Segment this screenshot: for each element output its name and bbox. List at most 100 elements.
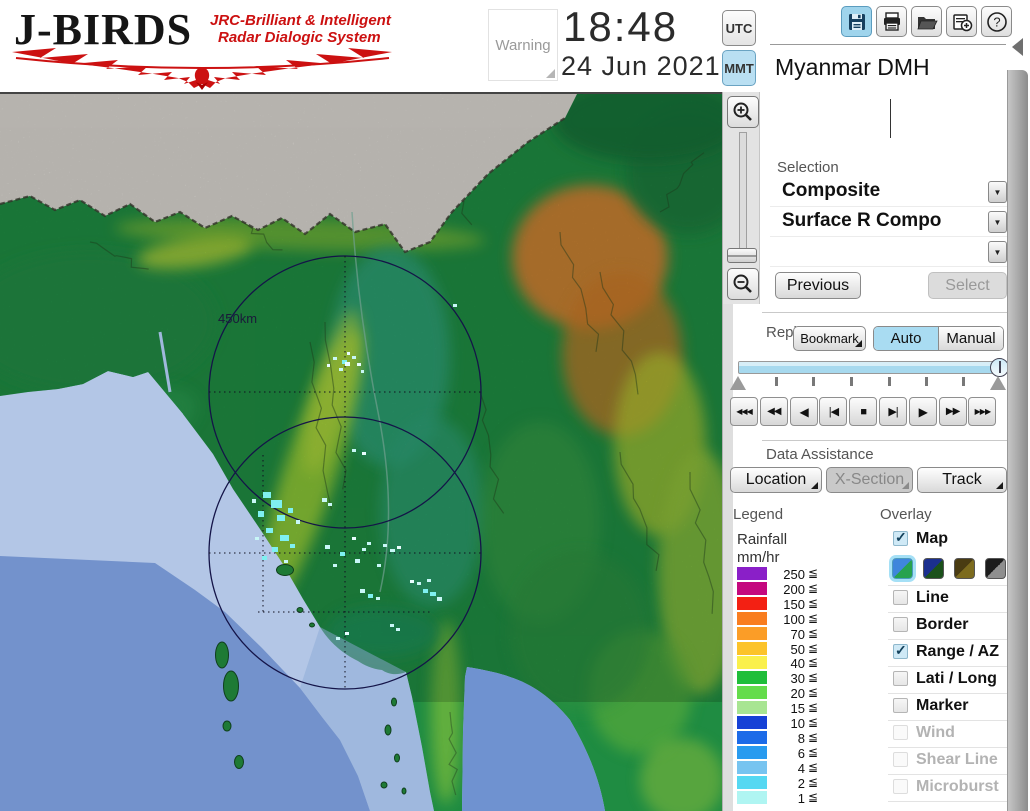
overlay-row-separator <box>888 747 1007 748</box>
j-birds-app: J-BIRDS JRC-Brilliant & Intelligent Rada… <box>0 0 1030 811</box>
rain-echo <box>266 528 273 533</box>
overlay-item-lati-long[interactable]: Lati / Long <box>888 669 1007 691</box>
checkbox-range-az[interactable]: ✓ <box>893 642 908 659</box>
legend-swatch <box>737 567 767 580</box>
stop-button[interactable]: ■ <box>849 397 878 426</box>
rewind-button[interactable]: ◀◀ <box>759 397 788 426</box>
location-button[interactable]: Location <box>730 467 822 493</box>
save-button[interactable] <box>841 6 872 37</box>
panel-collapse-strip[interactable] <box>1007 70 1028 811</box>
print-icon <box>883 11 900 31</box>
previous-button-label: Previous <box>786 276 850 294</box>
timezone-button-mmt[interactable]: MMT <box>722 50 756 86</box>
rain-echo <box>355 559 360 563</box>
auto-mode-button[interactable]: Auto <box>874 327 939 350</box>
x-section-button[interactable]: X-Section <box>826 467 913 493</box>
legend-row-50: 50 ≦ <box>737 641 832 657</box>
overlay-item-line[interactable]: Line <box>888 588 1007 610</box>
bookmark-button-label: Bookmark <box>800 331 859 346</box>
rain-echo <box>333 357 337 360</box>
legend-value: 15 <box>790 701 805 717</box>
rain-echo <box>367 542 371 545</box>
checkbox-wind <box>893 725 908 740</box>
step-back-button[interactable]: |◀ <box>819 397 848 426</box>
rain-echo <box>377 564 381 567</box>
bookmark-button[interactable]: Bookmark <box>793 326 866 351</box>
legend-row-6: 6 ≦ <box>737 745 832 761</box>
legend-swatch <box>737 701 767 715</box>
rain-echo <box>347 352 350 355</box>
open-folder-button[interactable] <box>911 6 942 37</box>
checkbox-microburst <box>893 779 908 794</box>
checkbox-border[interactable] <box>893 617 908 632</box>
map-style-swatch-3[interactable] <box>985 558 1006 579</box>
zoom-out-button[interactable] <box>727 268 759 300</box>
radar-map[interactable]: 450km <box>0 92 722 811</box>
dropdown-arrow-button-0[interactable]: ▼ <box>988 181 1007 203</box>
legend-row-20: 20 ≦ <box>737 685 832 701</box>
product-field[interactable] <box>770 95 1006 143</box>
overlay-item-map[interactable]: ✓ Map <box>888 529 1007 551</box>
slider-start-marker[interactable] <box>730 376 746 390</box>
map-style-swatch-0[interactable] <box>892 558 913 579</box>
overlay-item-microburst[interactable]: Microburst <box>888 777 1007 799</box>
overlay-item-shear-line[interactable]: Shear Line <box>888 750 1007 772</box>
track-button[interactable]: Track <box>917 467 1007 493</box>
legend-row-40: 40 ≦ <box>737 655 832 671</box>
selection-field-2: ▼ <box>770 238 1007 267</box>
previous-button[interactable]: Previous <box>775 272 861 299</box>
dropdown-arrow-button-2[interactable]: ▼ <box>988 241 1007 263</box>
slider-end-marker[interactable] <box>990 376 1006 390</box>
warning-button[interactable]: Warning <box>488 9 558 81</box>
help-button[interactable]: ? <box>981 6 1012 37</box>
map-style-swatch-1[interactable] <box>923 558 944 579</box>
legend-lte-symbol: ≦ <box>808 655 819 670</box>
overlay-item-range-az[interactable]: ✓ Range / AZ <box>888 642 1007 664</box>
rain-echo <box>390 549 395 552</box>
checkbox-line[interactable] <box>893 590 908 605</box>
panel-collapse-arrow[interactable] <box>1012 38 1023 56</box>
rain-echo <box>336 637 340 640</box>
forward-fast-button[interactable]: ▶▶▶ <box>968 397 997 426</box>
rain-echo <box>427 579 431 582</box>
timezone-toggle: UTC MMT <box>722 10 758 86</box>
forward-button[interactable]: ▶▶ <box>938 397 967 426</box>
map-zoom-slider-handle[interactable] <box>727 248 757 263</box>
header-toolbar: ? <box>841 6 1012 37</box>
legend-swatch <box>737 596 767 610</box>
legend-lte-symbol: ≦ <box>808 759 819 774</box>
checkbox-map[interactable]: ✓ <box>893 529 908 546</box>
overlay-item-label: Map <box>916 530 948 547</box>
add-image-button[interactable] <box>946 6 977 37</box>
legend-row-70: 70 ≦ <box>737 626 832 642</box>
map-style-swatch-2[interactable] <box>954 558 975 579</box>
overlay-item-border[interactable]: Border <box>888 615 1007 637</box>
warning-label: Warning <box>495 36 551 54</box>
rewind-fast-button[interactable]: ◀◀◀ <box>730 397 758 426</box>
dropdown-arrow-button-1[interactable]: ▼ <box>988 211 1007 233</box>
play-button[interactable]: ▶ <box>908 397 937 426</box>
eagle-logo-icon <box>12 48 392 90</box>
island <box>380 781 388 789</box>
print-button[interactable] <box>876 6 907 37</box>
legend-row-10: 10 ≦ <box>737 715 832 731</box>
rain-echo <box>288 508 293 513</box>
play-reverse-button[interactable]: ◀ <box>789 397 818 426</box>
step-forward-button[interactable]: ▶| <box>879 397 907 426</box>
map-zoom-slider-track[interactable] <box>739 132 747 252</box>
checkbox-marker[interactable] <box>893 698 908 713</box>
island <box>384 724 392 736</box>
manual-mode-button[interactable]: Manual <box>939 327 1003 350</box>
legend-row-8: 8 ≦ <box>737 730 832 746</box>
overlay-item-marker[interactable]: Marker <box>888 696 1007 718</box>
select-button[interactable]: Select <box>928 272 1007 299</box>
zoom-in-button[interactable] <box>727 96 759 128</box>
overlay-row-separator <box>888 612 1007 613</box>
checkbox-lati-long[interactable] <box>893 671 908 686</box>
rain-echo <box>362 548 366 551</box>
replay-slider-track[interactable] <box>738 361 1007 374</box>
overlay-item-wind[interactable]: Wind <box>888 723 1007 745</box>
assist-button-label: Location <box>745 471 807 488</box>
slider-tick-3 <box>888 377 891 386</box>
timezone-button-utc[interactable]: UTC <box>722 10 756 46</box>
